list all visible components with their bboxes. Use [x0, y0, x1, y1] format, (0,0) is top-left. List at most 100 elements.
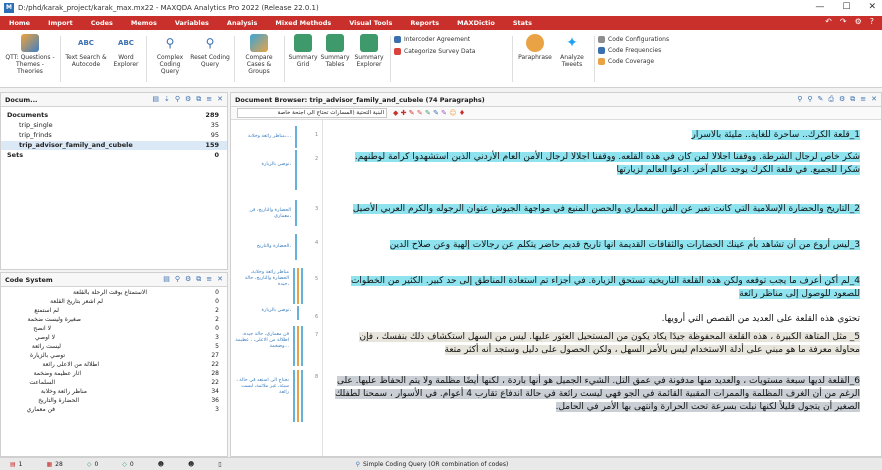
- paraphrase-button[interactable]: Paraphrase: [516, 34, 554, 61]
- paragraph[interactable]: 1_قلعة الكرك.. ساحرة للغاية.. مليئة بالا…: [331, 129, 863, 142]
- in-vivo-icon[interactable]: ✚: [401, 109, 407, 117]
- complex-coding-query-button[interactable]: ⚲ Complex Coding Query: [150, 34, 190, 75]
- code-frequencies-button[interactable]: Code Frequencies: [598, 47, 661, 54]
- search-icon[interactable]: ⚲: [175, 275, 180, 284]
- color-red-icon[interactable]: ✎: [417, 109, 423, 117]
- code-stripe[interactable]: [295, 126, 297, 148]
- minimize-button[interactable]: —: [815, 2, 824, 12]
- tree-item-sets[interactable]: Sets 0: [1, 151, 227, 160]
- code-stripe[interactable]: [295, 234, 297, 260]
- code-item[interactable]: لم استمتع 2: [1, 307, 227, 316]
- code-dropdown[interactable]: البنية التحتية (المسارات تحتاج الى اجنحة…: [237, 108, 387, 118]
- tab-memos[interactable]: Memos: [122, 16, 166, 30]
- code-stripe-label[interactable]: مناظر رائعة وخلابة،...: [233, 134, 291, 140]
- code-coverage-button[interactable]: Code Coverage: [598, 58, 654, 65]
- summary-tables-button[interactable]: Summary Tables: [320, 34, 350, 68]
- code-configurations-button[interactable]: Code Configurations: [598, 36, 669, 43]
- undo-icon[interactable]: ↶: [825, 17, 832, 26]
- tab-analysis[interactable]: Analysis: [217, 16, 267, 30]
- undock-icon[interactable]: ⧉: [196, 275, 201, 284]
- redo-icon[interactable]: ↷: [840, 17, 847, 26]
- code-stripe-label[interactable]: توصي بالزيارة،: [233, 308, 291, 314]
- code-stripe-label[interactable]: الحضارة والتاريخ،: [233, 244, 291, 250]
- gear-icon[interactable]: ⚙: [839, 95, 845, 104]
- code-item[interactable]: اطلالة من الاعلى رائعة 22: [1, 361, 227, 370]
- code-item[interactable]: لم اشعر بتاريخ القلعة 0: [1, 298, 227, 307]
- code-item[interactable]: ليست رائعة 5: [1, 343, 227, 352]
- code-stripe[interactable]: [295, 200, 297, 226]
- paragraph[interactable]: 5_ مثل المتاهة الكبيرة ، هذه القلعة المح…: [331, 331, 863, 357]
- code-stripe[interactable]: [297, 306, 299, 320]
- code-stripe[interactable]: [293, 370, 295, 422]
- code-item[interactable]: لا انصح 0: [1, 325, 227, 334]
- minimize-panel-icon[interactable]: ≡: [206, 95, 212, 104]
- highlight-icon[interactable]: ✎: [409, 109, 415, 117]
- tab-variables[interactable]: Variables: [166, 16, 218, 30]
- code-stripe[interactable]: [293, 326, 295, 366]
- tab-mixed-methods[interactable]: Mixed Methods: [266, 16, 340, 30]
- code-stripe[interactable]: [297, 326, 299, 366]
- tree-item-document-group[interactable]: trip_frinds 95: [1, 131, 227, 140]
- reset-coding-query-button[interactable]: ⚲ Reset Coding Query: [190, 34, 230, 68]
- paragraph[interactable]: تحتوي هذه القلعة على العديد من القصص الت…: [331, 313, 863, 326]
- tab-import[interactable]: Import: [39, 16, 82, 30]
- code-item[interactable]: مناظر رائعة وخلابة 34: [1, 388, 227, 397]
- minimize-panel-icon[interactable]: ≡: [860, 95, 866, 104]
- close-button[interactable]: ✕: [868, 2, 876, 12]
- new-code-icon[interactable]: ▤: [163, 275, 170, 284]
- search-icon[interactable]: ⚲: [175, 95, 180, 104]
- code-item[interactable]: توصي بالزيارة 27: [1, 352, 227, 361]
- word-explorer-button[interactable]: ABC Word Explorer: [110, 34, 142, 68]
- paragraph[interactable]: 6_القلعة لديها سبعة مستويات ، والعديد من…: [331, 375, 863, 414]
- code-stripe[interactable]: [297, 268, 299, 304]
- close-panel-icon[interactable]: ✕: [217, 95, 223, 104]
- tab-visual-tools[interactable]: Visual Tools: [340, 16, 401, 30]
- paragraph[interactable]: 3_ليس أروع من أن تشاهد بأم عينك الحضارات…: [331, 239, 863, 252]
- undock-icon[interactable]: ⧉: [196, 95, 201, 104]
- summary-grid-button[interactable]: Summary Grid: [288, 34, 318, 68]
- code-stripe-label[interactable]: مناظر رائعة وخلابة، الحضارة والتاريخ، حا…: [233, 270, 289, 288]
- close-panel-icon[interactable]: ✕: [871, 95, 877, 104]
- tree-item-document-group-selected[interactable]: trip_advisor_family_and_cubele 159: [1, 141, 227, 150]
- tab-home[interactable]: Home: [0, 16, 39, 30]
- help-icon[interactable]: ?: [870, 17, 874, 26]
- gear-icon[interactable]: ⚙: [185, 95, 191, 104]
- minimize-panel-icon[interactable]: ≡: [206, 275, 212, 284]
- code-stripe-label[interactable]: ، تحتاج الى استعد في حالة سيئة، غير ملائ…: [233, 378, 289, 396]
- tree-item-document-group[interactable]: trip_single 35: [1, 121, 227, 130]
- categorize-survey-button[interactable]: Categorize Survey Data: [394, 48, 475, 55]
- qtt-button[interactable]: QTT: Questions - Themes - Theories: [4, 34, 56, 75]
- close-panel-icon[interactable]: ✕: [217, 275, 223, 284]
- zoom-icon[interactable]: ⚲: [807, 95, 812, 104]
- color-green-icon[interactable]: ✎: [425, 109, 431, 117]
- code-stripe[interactable]: [301, 268, 303, 304]
- paragraph[interactable]: شكر خاص لرجال الشرطة. ووقفنا اجلالا لمن …: [331, 151, 863, 177]
- code-item[interactable]: اثار عظيمة وضخمة 28: [1, 370, 227, 379]
- symbol-icon[interactable]: ♦: [459, 109, 465, 117]
- print-icon[interactable]: ⎙: [828, 95, 834, 104]
- tab-codes[interactable]: Codes: [82, 16, 122, 30]
- code-item[interactable]: فن معماري 3: [1, 406, 227, 415]
- edit-mode-icon[interactable]: ✎: [817, 95, 823, 104]
- code-stripe[interactable]: [301, 370, 303, 422]
- paragraph[interactable]: 2_التاريخ والحضارة الإسلامية التي كانت ت…: [331, 203, 863, 216]
- new-document-icon[interactable]: ▤: [152, 95, 159, 104]
- code-stripe-label[interactable]: توصي بالزيارة،: [233, 162, 291, 168]
- gear-icon[interactable]: ⚙: [185, 275, 191, 284]
- paragraph[interactable]: 4_لم أكن أعرف ما يجب توقعه ولكن هذه القل…: [331, 275, 863, 301]
- tree-item-documents[interactable]: Documents 289: [1, 111, 227, 120]
- code-stripe-label[interactable]: فن معماري، حالة جيدة، اطلالة من الاعلى، …: [233, 332, 289, 350]
- code-item[interactable]: السلماعت 22: [1, 379, 227, 388]
- text-search-button[interactable]: ABC Text Search & Autocode: [64, 34, 108, 68]
- import-icon[interactable]: ⇣: [164, 95, 170, 104]
- code-item[interactable]: صغيرة وليست ضخمة 2: [1, 316, 227, 325]
- code-icon[interactable]: ◆: [393, 109, 398, 117]
- compare-cases-button[interactable]: Compare Cases & Groups: [238, 34, 280, 75]
- code-stripe-label[interactable]: الحضارة والتاريخ، فن معماري،: [233, 208, 291, 220]
- code-item[interactable]: لا اوصي 3: [1, 334, 227, 343]
- settings-icon[interactable]: ⚙: [855, 17, 862, 26]
- tab-reports[interactable]: Reports: [401, 16, 448, 30]
- code-stripe[interactable]: [297, 370, 299, 422]
- code-item[interactable]: الحضارة والتاريخ 36: [1, 397, 227, 406]
- color-blue-icon[interactable]: ✎: [433, 109, 439, 117]
